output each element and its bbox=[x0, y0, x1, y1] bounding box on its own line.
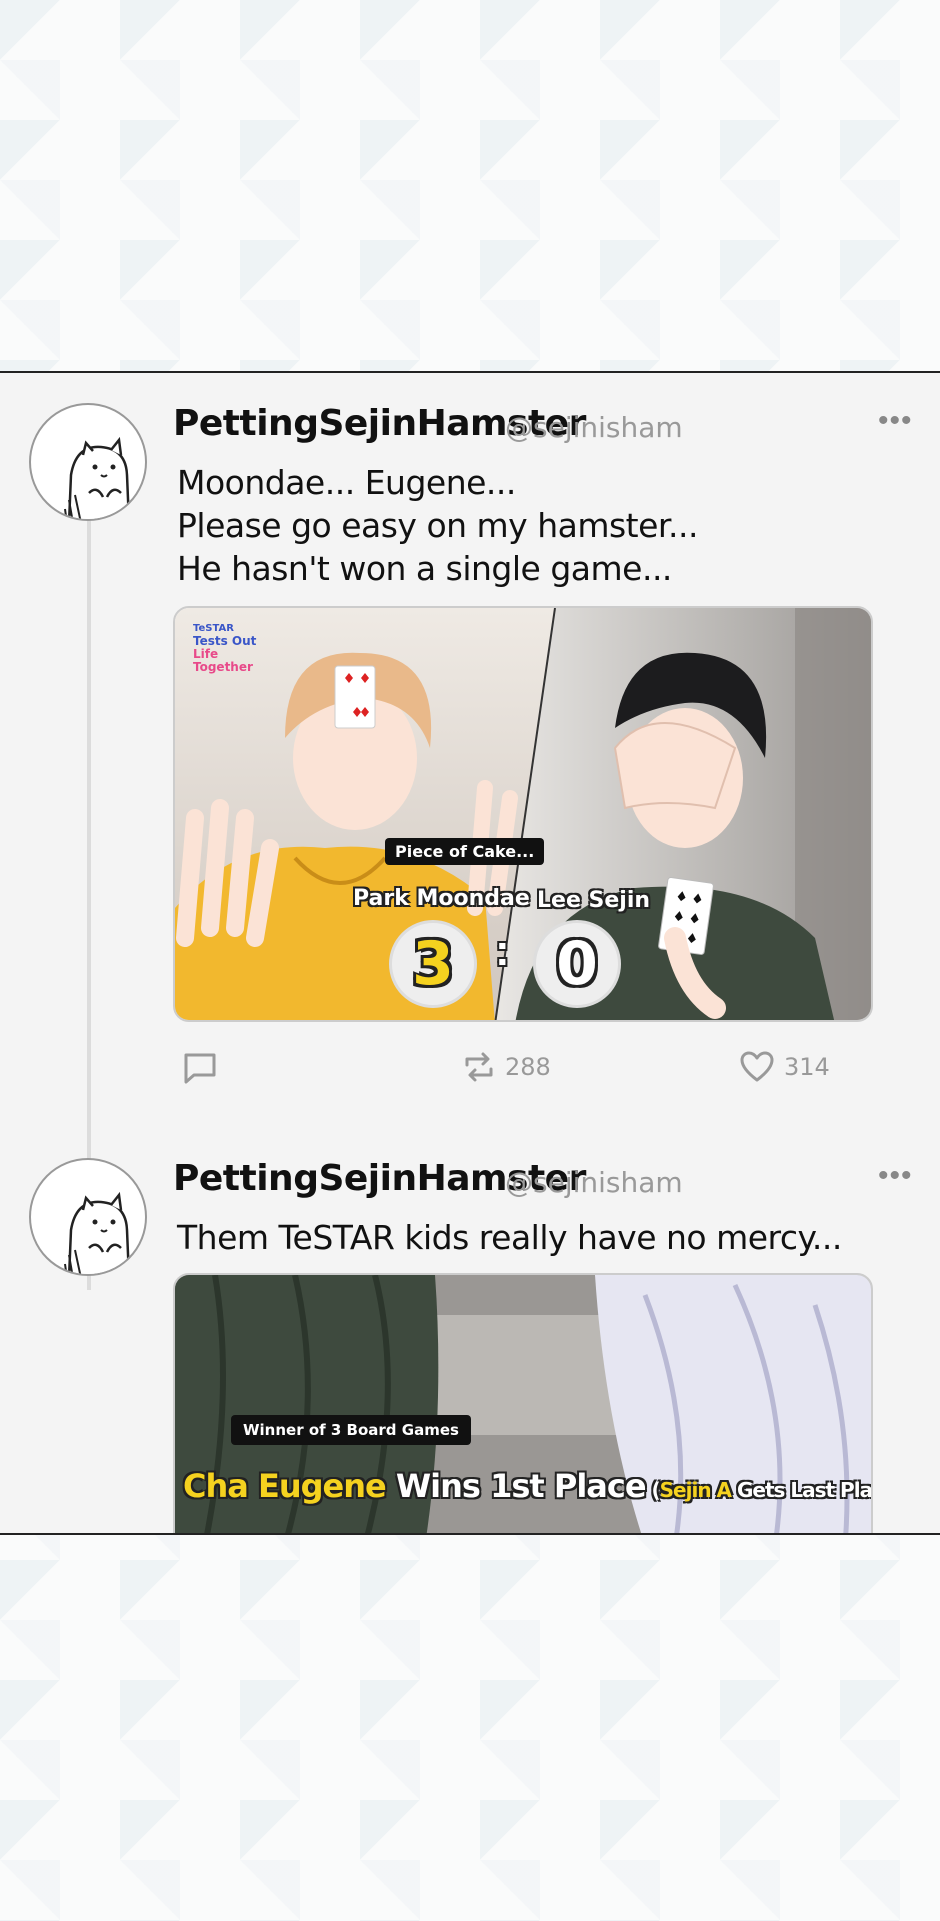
reply-button[interactable] bbox=[183, 1051, 217, 1085]
headline-paren: ( bbox=[645, 1478, 661, 1502]
headline-paren-rest: Gets Last Place) bbox=[736, 1478, 873, 1502]
score-right: 0 bbox=[533, 920, 621, 1008]
score-left: 3 bbox=[389, 920, 477, 1008]
headline-winner: Cha Eugene bbox=[183, 1467, 387, 1505]
score-separator: : bbox=[495, 926, 510, 975]
tweet-text: Them TeSTAR kids really have no mercy... bbox=[177, 1216, 842, 1259]
tweet-image[interactable]: Winner of 3 Board Games Cha Eugene Wins … bbox=[173, 1273, 873, 1533]
reply-icon bbox=[184, 1053, 216, 1084]
retweet-count: 288 bbox=[505, 1053, 551, 1081]
tweet-text-line: Them TeSTAR kids really have no mercy... bbox=[177, 1218, 842, 1257]
tweet-image[interactable]: TeSTAR Tests Out Life Together Piece of … bbox=[173, 606, 873, 1022]
avatar[interactable] bbox=[29, 403, 147, 521]
headline-loser: Sejin A bbox=[659, 1478, 732, 1502]
headline: Cha Eugene Wins 1st Place (Sejin A Gets … bbox=[183, 1467, 873, 1505]
headline-text: Wins 1st Place bbox=[385, 1467, 647, 1505]
hamster-avatar-icon bbox=[64, 436, 131, 519]
more-icon[interactable]: ••• bbox=[878, 1161, 913, 1191]
caption-tag: Piece of Cake... bbox=[385, 838, 545, 865]
tweet-text: Moondae... Eugene... Please go easy on m… bbox=[177, 461, 698, 590]
player-name-right: Lee Sejin bbox=[537, 888, 651, 913]
like-button[interactable]: 314 bbox=[740, 1051, 830, 1083]
variety-show-illustration bbox=[175, 608, 871, 1020]
user-handle[interactable]: @sejinisham bbox=[505, 1166, 683, 1199]
avatar[interactable] bbox=[29, 1158, 147, 1276]
heart-icon bbox=[740, 1051, 774, 1082]
player-name-left: Park Moondae bbox=[353, 886, 530, 911]
like-count: 314 bbox=[784, 1053, 830, 1081]
show-logo: TeSTAR Tests Out Life Together bbox=[193, 623, 257, 674]
retweet-button[interactable]: 288 bbox=[463, 1051, 551, 1083]
tweet-thread-panel: PettingSejinHamster @sejinisham ••• Moon… bbox=[0, 371, 940, 1535]
more-icon[interactable]: ••• bbox=[878, 406, 913, 436]
user-handle[interactable]: @sejinisham bbox=[505, 411, 683, 444]
tweet-text-line: Please go easy on my hamster... bbox=[177, 506, 698, 545]
hamster-avatar-icon bbox=[64, 1191, 131, 1274]
retweet-icon bbox=[465, 1052, 493, 1082]
tweet-text-line: He hasn't won a single game... bbox=[177, 549, 672, 588]
caption-tag: Winner of 3 Board Games bbox=[231, 1415, 471, 1445]
tweet-text-line: Moondae... Eugene... bbox=[177, 463, 516, 502]
